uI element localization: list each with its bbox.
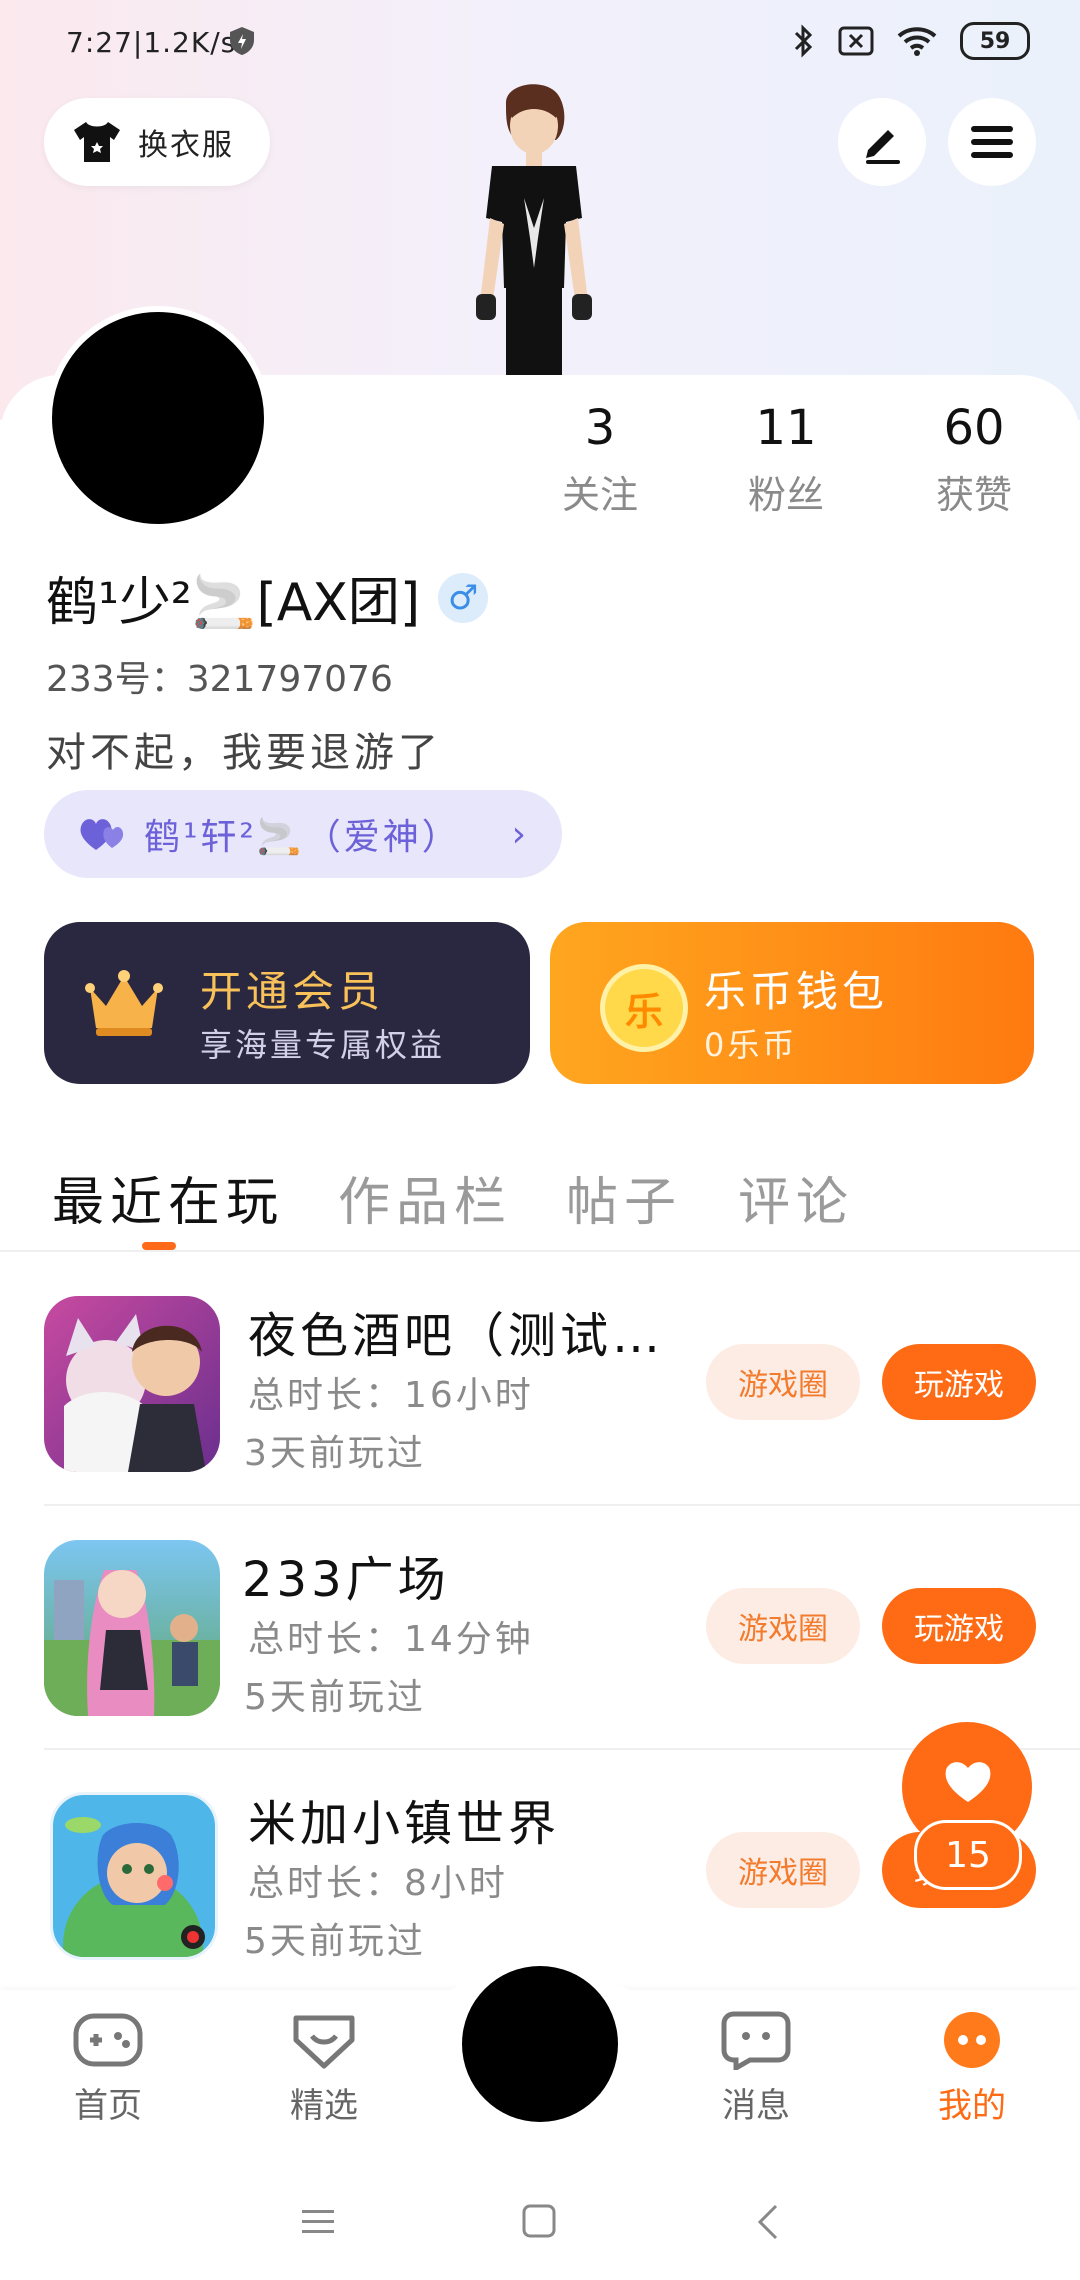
nav-home[interactable]: 首页 — [38, 2010, 178, 2127]
game-circle-button[interactable]: 游戏圈 — [706, 1832, 860, 1908]
bluetooth-icon — [794, 24, 813, 58]
home-square-icon[interactable] — [522, 2204, 556, 2238]
crown-icon — [85, 970, 163, 1036]
tab-recently-played[interactable]: 最近在玩 — [52, 1160, 284, 1235]
game-duration: 总时长：8小时 — [248, 1863, 508, 1904]
game-icon-233-plaza — [44, 1540, 220, 1716]
game-icon-night-bar — [44, 1296, 220, 1472]
game-list-item[interactable]: 233广场 总时长：14分钟 5天前玩过 游戏圈 玩游戏 — [0, 1500, 1080, 1744]
vip-title: 开通会员 — [200, 967, 385, 1016]
status-icons: 59 — [792, 22, 1030, 60]
center-play-button[interactable] — [462, 1966, 618, 2122]
sim-off-icon — [838, 26, 874, 56]
stat-following-value: 3 — [584, 400, 616, 456]
nav-featured[interactable]: 精选 — [254, 2010, 394, 2127]
hamburger-menu-icon — [971, 126, 1013, 158]
game-title: 夜色酒吧（测试… — [248, 1308, 665, 1364]
coin-icon-char: 乐 — [624, 989, 663, 1034]
tshirt-icon — [74, 122, 120, 162]
nav-me-label: 我的 — [938, 2086, 1006, 2126]
avatar[interactable] — [46, 306, 270, 530]
user-bio: 对不起，我要退游了 — [46, 730, 442, 776]
tab-divider — [0, 1250, 1080, 1252]
stat-likes-label: 获赞 — [935, 473, 1012, 517]
recent-apps-icon[interactable] — [300, 2208, 336, 2236]
back-chevron-icon[interactable] — [756, 2204, 780, 2240]
like-count: 15 — [945, 1834, 991, 1876]
tab-active-indicator — [142, 1242, 176, 1250]
nav-messages-label: 消息 — [722, 2086, 790, 2126]
stat-likes[interactable]: 60 获赞 — [894, 400, 1054, 519]
coin-icon: 乐 — [600, 964, 688, 1052]
username-row: 鹤¹少²🚬[AX团] ♂ — [46, 560, 489, 635]
wallet-title: 乐币钱包 — [704, 967, 889, 1016]
tab-works[interactable]: 作品栏 — [338, 1160, 512, 1235]
system-navigation-bar — [0, 2150, 1080, 2280]
233-plaza-artwork — [44, 1570, 220, 1716]
diamond-heart-icon — [293, 2015, 355, 2069]
game-list-item[interactable]: 夜色酒吧（测试… 总时长：16小时 3天前玩过 游戏圈 玩游戏 — [0, 1256, 1080, 1500]
mika-town-artwork — [63, 1817, 205, 1957]
vip-membership-card[interactable]: 开通会员 享海量专属权益 — [44, 922, 530, 1084]
change-outfit-label: 换衣服 — [138, 128, 234, 163]
game-last-played: 5天前玩过 — [244, 1921, 426, 1962]
edit-profile-button[interactable] — [838, 98, 926, 186]
username: 鹤¹少²🚬[AX团] — [46, 573, 421, 633]
stat-following[interactable]: 3 关注 — [520, 400, 680, 519]
play-game-button[interactable]: 玩游戏 — [882, 1344, 1036, 1420]
nav-me[interactable]: 我的 — [902, 2010, 1042, 2127]
change-outfit-button[interactable]: 换衣服 — [44, 98, 270, 186]
game-last-played: 5天前玩过 — [244, 1677, 426, 1718]
male-gender-icon: ♂ — [438, 572, 489, 623]
nav-home-label: 首页 — [74, 2086, 142, 2126]
game-title: 米加小镇世界 — [248, 1796, 561, 1852]
avatar-character-illustration — [476, 84, 592, 376]
game-duration: 总时长：14分钟 — [248, 1619, 534, 1660]
wifi-icon — [897, 27, 937, 56]
shield-icon — [230, 27, 254, 55]
battery-level: 59 — [979, 28, 1011, 54]
stat-fans[interactable]: 11 粉丝 — [706, 400, 866, 519]
battery-indicator: 59 — [960, 22, 1030, 60]
double-heart-icon — [80, 819, 124, 850]
user-id[interactable]: 233号：321797076 — [46, 650, 393, 702]
game-circle-button[interactable]: 游戏圈 — [706, 1344, 860, 1420]
lover-name: 鹤¹轩²🚬（爱神） — [144, 817, 461, 858]
chat-bubble-icon — [721, 2011, 791, 2073]
status-network-speed: 1.2K/s — [143, 26, 237, 59]
game-icon-mika-town — [50, 1792, 218, 1960]
heart-icon — [945, 1762, 991, 1802]
nav-featured-label: 精选 — [290, 2086, 358, 2126]
stat-fans-label: 粉丝 — [747, 473, 824, 517]
game-last-played: 3天前玩过 — [244, 1433, 426, 1474]
status-clock: 7:27 — [66, 26, 133, 59]
chevron-right-icon: › — [511, 813, 526, 855]
status-bar: 7:27|1.2K/s 59 — [0, 0, 1080, 90]
stat-fans-value: 11 — [755, 400, 817, 456]
stat-following-label: 关注 — [561, 473, 638, 517]
play-game-button[interactable]: 玩游戏 — [882, 1588, 1036, 1664]
night-bar-artwork — [64, 1314, 206, 1472]
menu-button[interactable] — [948, 98, 1036, 186]
game-duration: 总时长：16小时 — [248, 1375, 534, 1416]
lover-badge[interactable]: 鹤¹轩²🚬（爱神） › — [44, 790, 562, 878]
vip-subtitle: 享海量专属权益 — [200, 1026, 446, 1064]
status-time: 7:27|1.2K/s — [66, 26, 237, 59]
profile-face-icon — [944, 2012, 1000, 2068]
like-count-badge: 15 — [914, 1820, 1022, 1890]
wallet-balance: 0乐币 — [704, 1026, 798, 1064]
gender-symbol: ♂ — [447, 577, 479, 618]
tab-comments[interactable]: 评论 — [738, 1160, 854, 1235]
tab-posts[interactable]: 帖子 — [566, 1160, 682, 1235]
game-title: 233广场 — [242, 1552, 450, 1608]
coin-wallet-card[interactable]: 乐 乐币钱包 0乐币 — [550, 922, 1034, 1084]
stat-likes-value: 60 — [943, 400, 1005, 456]
pencil-icon — [866, 130, 900, 164]
nav-messages[interactable]: 消息 — [686, 2010, 826, 2127]
game-circle-button[interactable]: 游戏圈 — [706, 1588, 860, 1664]
gamepad-icon — [73, 2013, 143, 2067]
